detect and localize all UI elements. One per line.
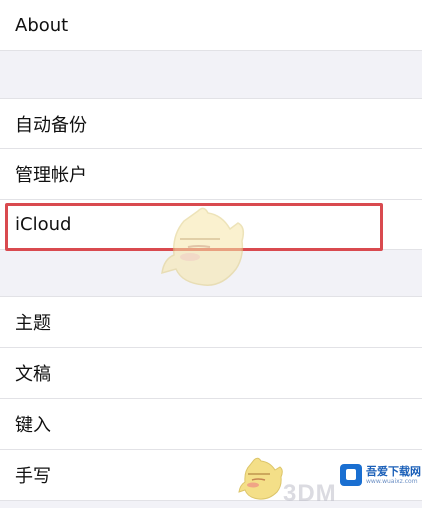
icloud-label: iCloud: [15, 214, 72, 235]
watermark-3dm: 3DM: [283, 480, 337, 507]
about-label: About: [15, 14, 69, 36]
site-name: 吾爱下载网: [366, 464, 421, 478]
settings-row-draft[interactable]: 文稿: [0, 348, 422, 398]
settings-row-auto-backup[interactable]: 自动备份: [0, 99, 422, 148]
section-gap: [0, 51, 422, 98]
settings-row-keyboard-input[interactable]: 键入: [0, 399, 422, 449]
divider: [0, 500, 422, 501]
site-logo-icon: [340, 464, 362, 486]
settings-row-about[interactable]: About: [0, 0, 422, 50]
theme-label: 主题: [15, 313, 51, 334]
settings-row-icloud[interactable]: iCloud: [0, 200, 422, 249]
site-watermark: 吾爱下载网 www.wuaixz.com: [340, 464, 421, 486]
draft-label: 文稿: [15, 364, 51, 385]
keyboard-input-label: 键入: [15, 415, 51, 436]
handwriting-label: 手写: [15, 466, 51, 487]
settings-row-theme[interactable]: 主题: [0, 297, 422, 347]
settings-row-manage-accounts[interactable]: 管理帐户: [0, 149, 422, 199]
manage-accounts-label: 管理帐户: [15, 165, 87, 186]
site-text: 吾爱下载网 www.wuaixz.com: [366, 466, 421, 485]
site-url: www.wuaixz.com: [366, 477, 418, 485]
auto-backup-label: 自动备份: [15, 114, 87, 136]
section-gap: [0, 250, 422, 296]
